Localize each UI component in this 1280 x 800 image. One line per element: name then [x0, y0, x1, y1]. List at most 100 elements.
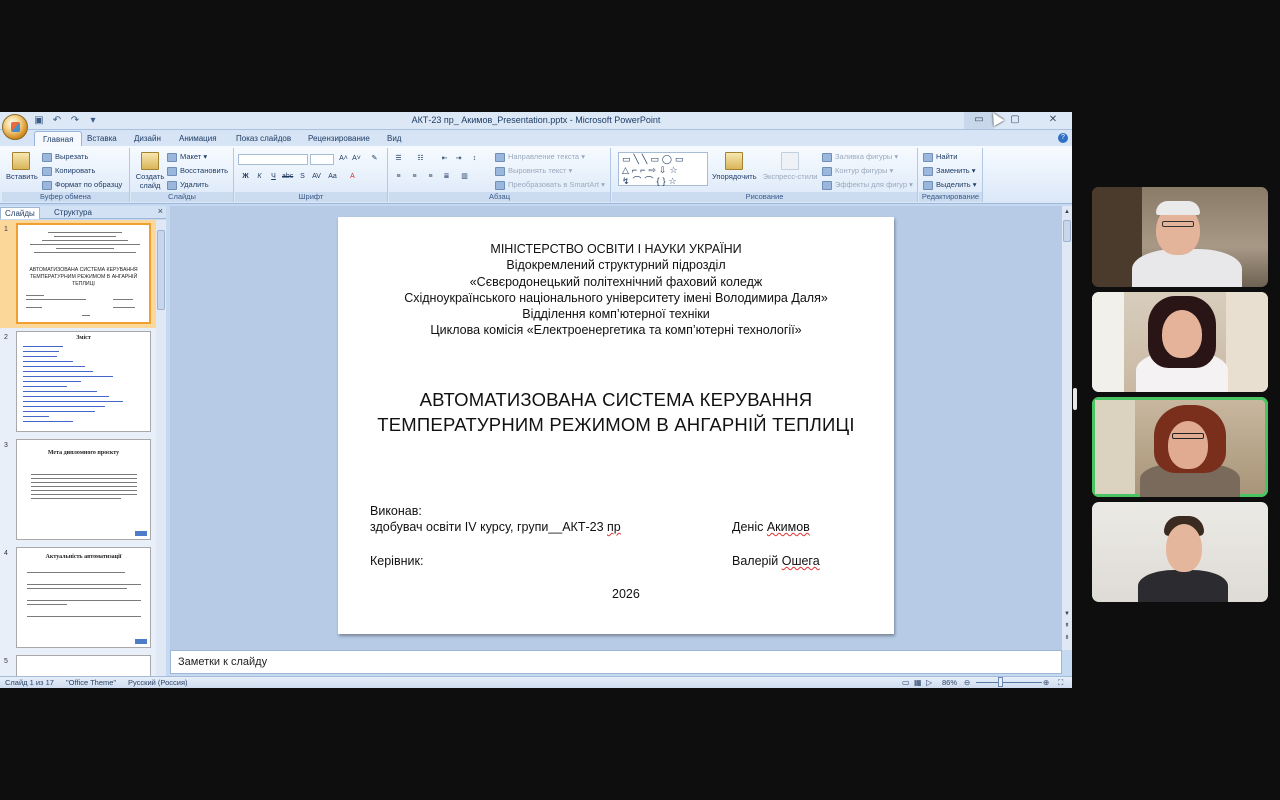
shadow-icon[interactable]: S — [297, 172, 308, 182]
select-button[interactable]: Выделить ▾ — [923, 180, 976, 190]
thumbnail-slide-5[interactable]: 5 — [0, 652, 156, 676]
group-editing: Найти Заменить ▾ Выделить ▾ Редактирован… — [919, 148, 983, 202]
slideshow-view-icon[interactable]: ▷ — [926, 678, 932, 687]
clear-format-icon[interactable]: ✎ — [369, 154, 380, 164]
office-button[interactable] — [2, 114, 28, 140]
tab-design[interactable]: Дизайн — [134, 131, 161, 146]
delete-slide-button[interactable]: Удалить — [167, 180, 209, 190]
shrink-font-icon[interactable]: A˅ — [351, 154, 362, 164]
zoom-slider[interactable] — [976, 682, 1042, 683]
bullets-icon[interactable]: ☰ — [393, 154, 404, 164]
header-line: Східноукраїнського національного універс… — [404, 290, 828, 305]
thumbnail-slide-2[interactable]: 2 Зміст — [0, 328, 156, 436]
copy-button[interactable]: Копировать — [42, 166, 95, 176]
video-tile-participant-3[interactable] — [1092, 397, 1268, 497]
thumbnail-number: 1 — [4, 226, 8, 233]
quick-styles-button[interactable]: Экспресс-стили — [762, 152, 818, 181]
sorter-view-icon[interactable]: ▦ — [914, 678, 922, 687]
case-icon[interactable]: Aa — [327, 172, 338, 182]
smartart-button[interactable]: Преобразовать в SmartArt ▾ — [495, 180, 605, 190]
arrange-button[interactable]: Упорядочить — [712, 152, 757, 181]
outline-icon — [822, 166, 832, 176]
tab-view[interactable]: Вид — [387, 131, 401, 146]
cut-button[interactable]: Вырезать — [42, 152, 88, 162]
video-tile-participant-2[interactable] — [1092, 292, 1268, 392]
underline-icon[interactable]: Ч — [268, 172, 279, 182]
shapes-gallery[interactable]: ▭╲╲▭◯▭ △⌐⌐⇨⇩☆ ↯⌒⌒{}☆ — [618, 152, 708, 186]
tab-animation[interactable]: Анимация — [179, 131, 217, 146]
thumbnail-slide-3[interactable]: 3 Мета дипломного проєкту — [0, 436, 156, 544]
help-icon[interactable]: ? — [1058, 133, 1068, 143]
thumbnails-scrollbar[interactable] — [156, 220, 166, 676]
shape-outline-button[interactable]: Контур фигуры ▾ — [822, 166, 893, 176]
reset-button[interactable]: Восстановить — [167, 166, 228, 176]
tab-insert[interactable]: Вставка — [87, 131, 117, 146]
grow-font-icon[interactable]: A˄ — [338, 154, 349, 164]
zoom-in-icon[interactable]: ⊕ — [1043, 678, 1049, 687]
close-button[interactable]: ✕ — [1038, 112, 1068, 129]
language[interactable]: Русский (Россия) — [128, 678, 188, 687]
tab-outline[interactable]: Структура — [50, 207, 96, 219]
italic-icon[interactable]: К — [254, 172, 265, 182]
strike-icon[interactable]: abc — [282, 172, 293, 182]
zoom-level[interactable]: 86% — [942, 678, 957, 687]
align-text-icon — [495, 166, 505, 176]
current-slide[interactable]: МІНІСТЕРСТВО ОСВІТИ І НАУКИ УКРАЇНИ Відо… — [338, 217, 894, 634]
thumbnail-preview: Мета дипломного проєкту — [16, 439, 151, 540]
font-family-combo[interactable] — [238, 154, 308, 165]
shape-fill-button[interactable]: Заливка фигуры ▾ — [822, 152, 898, 162]
align-left-icon[interactable]: ≡ — [393, 172, 404, 182]
fit-to-window-icon[interactable]: ⛶ — [1058, 678, 1063, 688]
justify-icon[interactable]: ≣ — [441, 172, 452, 182]
line-spacing-icon[interactable]: ↕ — [469, 154, 480, 164]
tab-slides[interactable]: Слайды — [0, 207, 40, 219]
outdent-icon[interactable]: ⇤ — [439, 154, 450, 164]
spacing-icon[interactable]: AV — [311, 172, 322, 182]
group-slides: Создать слайд Макет ▾ Восстановить Удали… — [131, 148, 234, 202]
zoom-slider-thumb[interactable] — [998, 677, 1003, 687]
indent-icon[interactable]: ⇥ — [453, 154, 464, 164]
scroll-down-icon[interactable]: ▼ — [1063, 610, 1071, 618]
close-pane-icon[interactable]: × — [158, 206, 163, 216]
scroll-thumb[interactable] — [157, 230, 165, 310]
smartart-icon — [495, 180, 505, 190]
normal-view-icon[interactable]: ▭ — [902, 678, 910, 687]
font-color-icon[interactable]: A — [347, 172, 358, 182]
screen: ▣ ↶ ↷ ▾ АКТ-23 пр_ Акимов_Presentation.p… — [0, 0, 1280, 800]
format-painter-button[interactable]: Формат по образцу — [42, 180, 122, 190]
font-size-combo[interactable] — [310, 154, 334, 165]
align-center-icon[interactable]: ≡ — [409, 172, 420, 182]
zoom-out-icon[interactable]: ⊖ — [964, 678, 970, 687]
align-text-button[interactable]: Выровнять текст ▾ — [495, 166, 572, 176]
slide-scrollbar[interactable]: ▲ ▼ ⇞ ⇟ — [1062, 206, 1072, 650]
layout-button[interactable]: Макет ▾ — [167, 152, 207, 162]
text-direction-button[interactable]: Направление текста ▾ — [495, 152, 585, 162]
notes-pane[interactable]: Заметки к слайду — [170, 650, 1062, 674]
paste-button[interactable]: Вставить — [6, 152, 38, 181]
numbering-icon[interactable]: ☷ — [415, 154, 426, 164]
video-tile-participant-4[interactable] — [1092, 502, 1268, 602]
prev-slide-icon[interactable]: ⇞ — [1063, 622, 1071, 630]
replace-button[interactable]: Заменить ▾ — [923, 166, 976, 176]
tab-review[interactable]: Рецензирование — [308, 131, 370, 146]
thumbnail-title: Мета дипломного проєкту — [47, 450, 120, 456]
bold-icon[interactable]: Ж — [240, 172, 251, 182]
find-button[interactable]: Найти — [923, 152, 957, 162]
align-right-icon[interactable]: ≡ — [425, 172, 436, 182]
columns-icon[interactable]: ▥ — [459, 172, 470, 182]
new-slide-button[interactable]: Создать слайд — [133, 152, 167, 190]
maximize-button[interactable]: ▢ — [1000, 112, 1030, 129]
thumbnail-preview: Зміст — [16, 331, 151, 432]
tab-home[interactable]: Главная — [34, 131, 83, 146]
panel-resize-handle[interactable] — [1073, 388, 1077, 410]
theme-name[interactable]: "Office Theme" — [66, 678, 116, 687]
tab-slideshow[interactable]: Показ слайдов — [236, 131, 291, 146]
find-icon — [923, 152, 933, 162]
thumbnail-slide-4[interactable]: 4 Актуальність автоматизації — [0, 544, 156, 652]
video-tile-participant-1[interactable] — [1092, 187, 1268, 287]
thumbnail-slide-1[interactable]: 1 АВТОМАТИЗОВАНА СИСТЕМА КЕРУВАННЯ ТЕМПЕ… — [0, 220, 156, 328]
next-slide-icon[interactable]: ⇟ — [1063, 634, 1071, 642]
scroll-up-icon[interactable]: ▲ — [1063, 208, 1071, 216]
shape-effects-button[interactable]: Эффекты для фигур ▾ — [822, 180, 913, 190]
scroll-thumb[interactable] — [1063, 220, 1071, 242]
